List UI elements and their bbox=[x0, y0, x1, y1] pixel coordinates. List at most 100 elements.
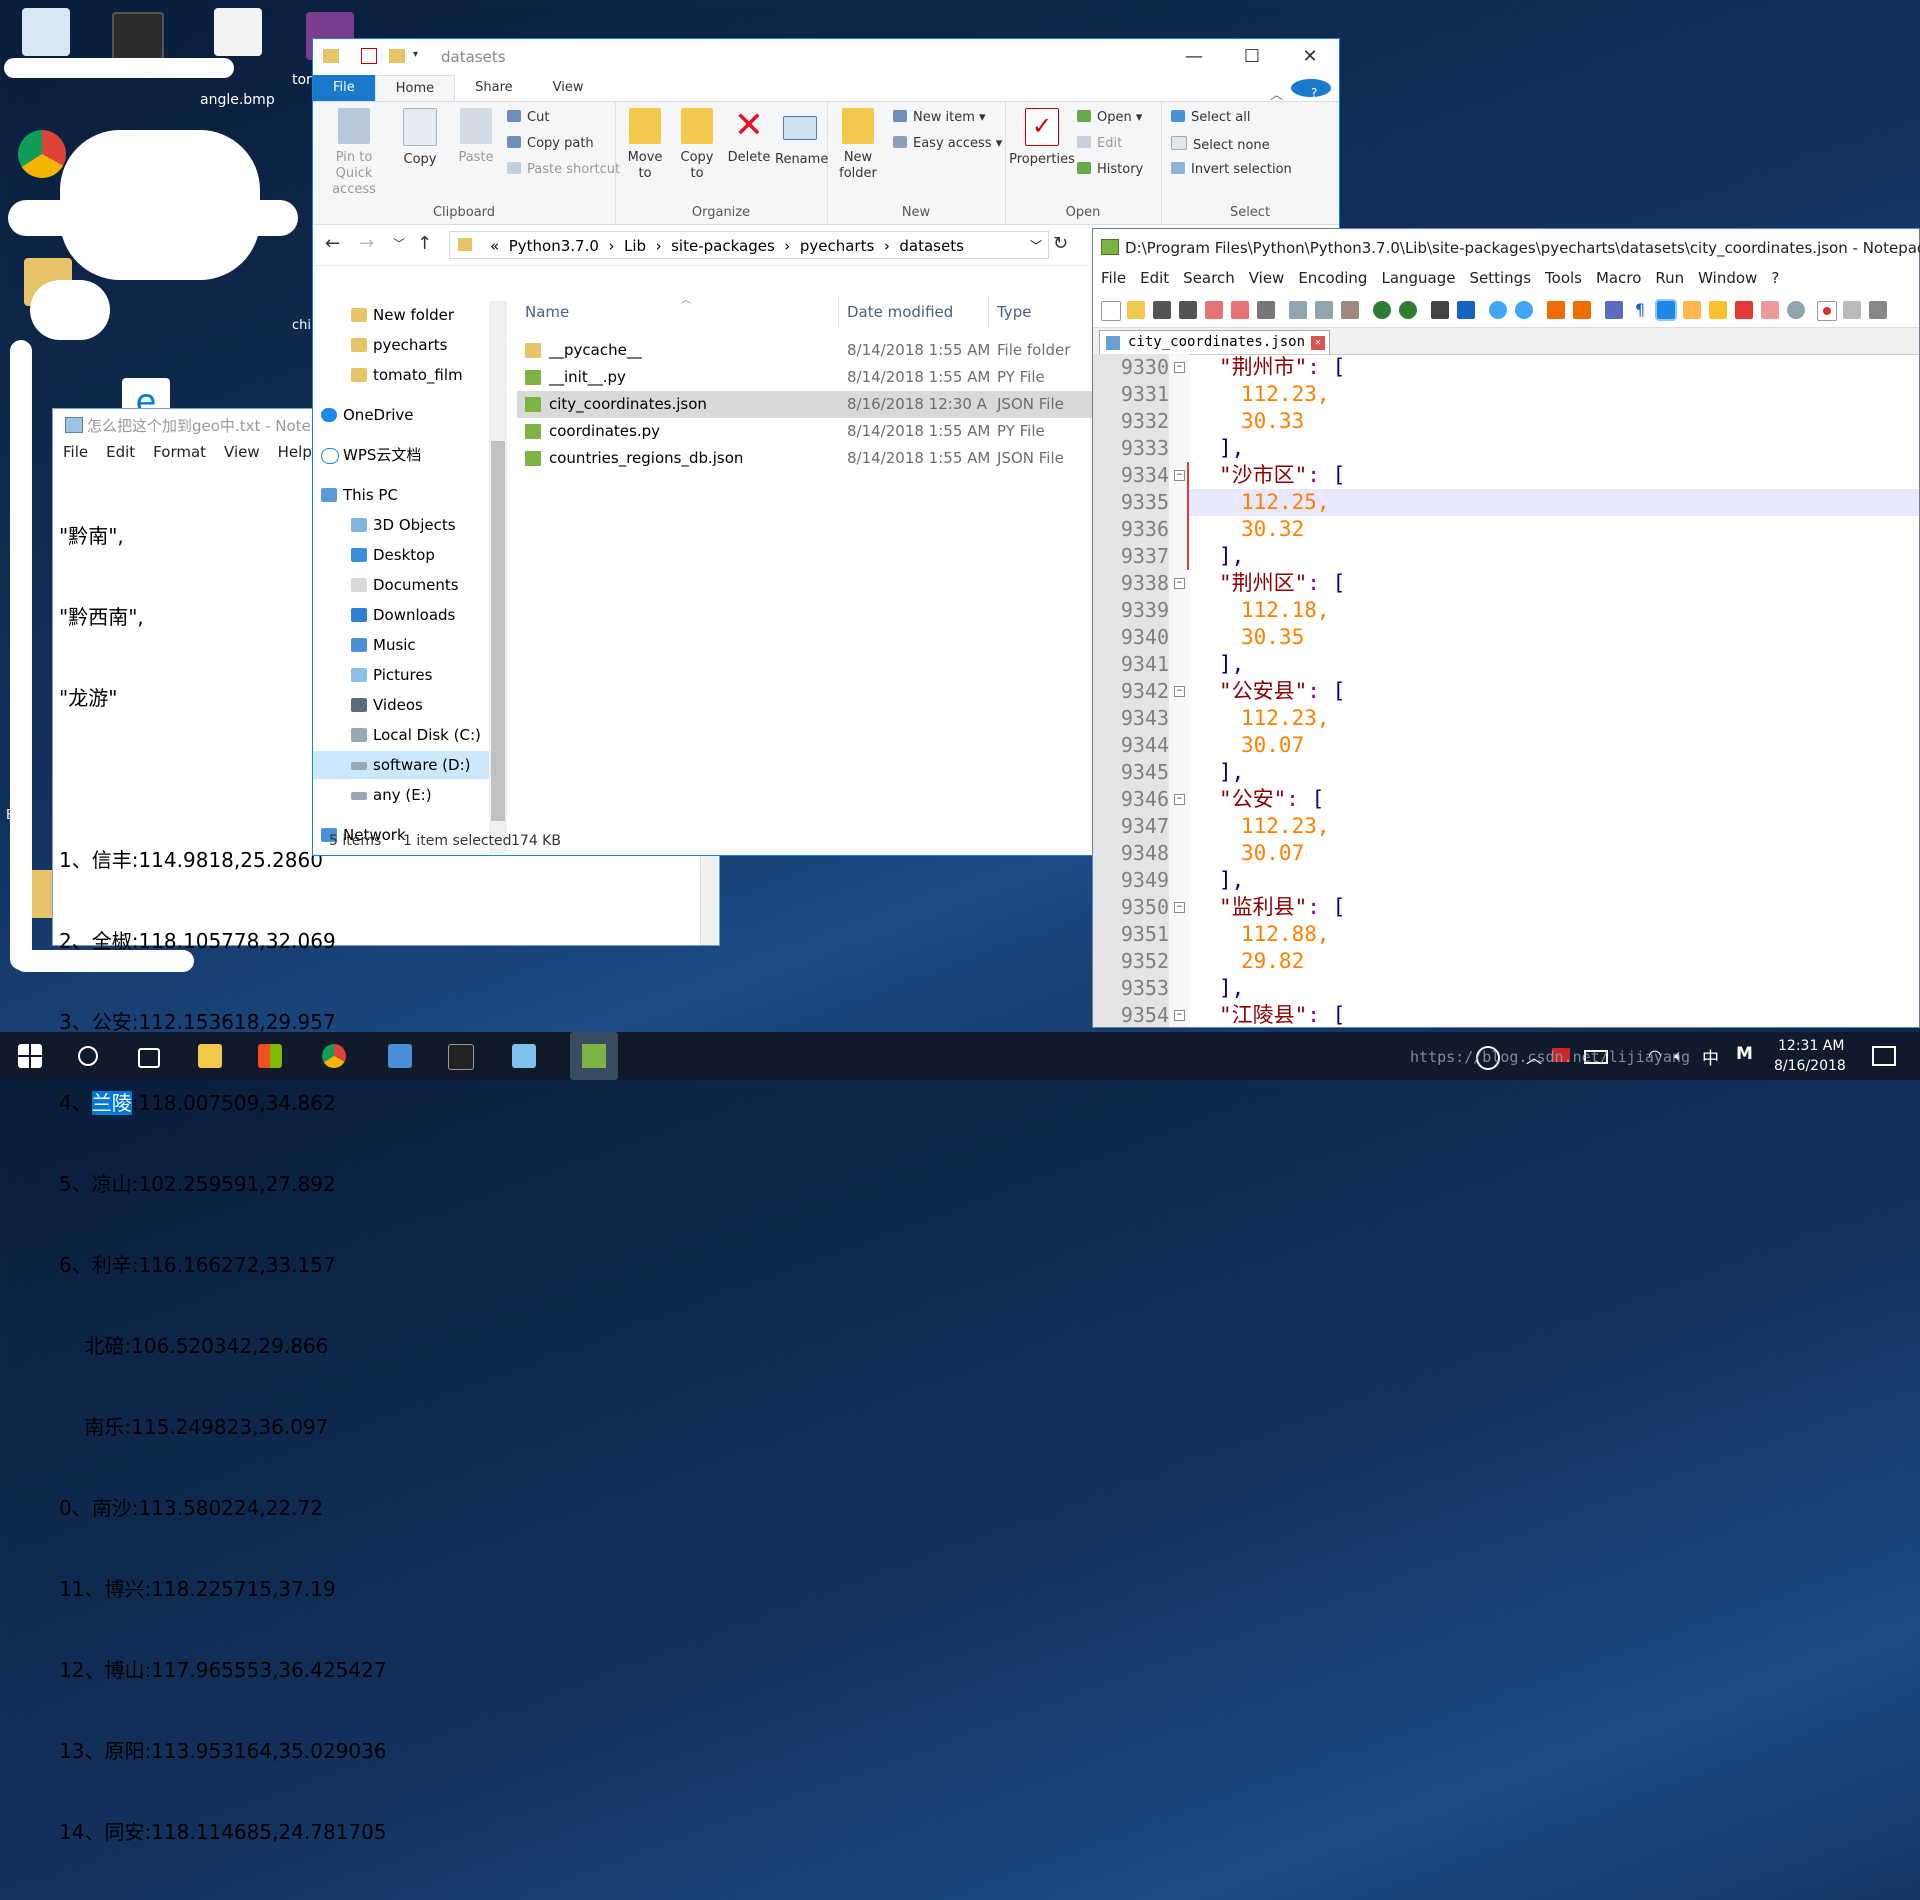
ime-mode-icon[interactable]: M bbox=[1736, 1044, 1753, 1064]
chrome-icon[interactable] bbox=[322, 1044, 346, 1068]
npp-menu-help[interactable]: ? bbox=[1771, 269, 1779, 293]
cut-button[interactable]: Cut bbox=[507, 110, 549, 125]
search-icon[interactable] bbox=[78, 1046, 98, 1066]
npp-menu-view[interactable]: View bbox=[1249, 269, 1285, 293]
open-file-icon[interactable] bbox=[1127, 301, 1145, 319]
code-line[interactable]: 9340 30.35 bbox=[1121, 624, 1919, 651]
code-line[interactable]: 9342− "公安县": [ bbox=[1121, 678, 1919, 705]
npp-menu-macro[interactable]: Macro bbox=[1596, 269, 1641, 293]
fold-toggle-icon[interactable]: − bbox=[1174, 902, 1185, 913]
rename-button[interactable]: Rename bbox=[775, 108, 828, 168]
nav-item-local-disk-c[interactable]: Local Disk (C:) bbox=[313, 721, 493, 749]
edit-button[interactable]: Edit bbox=[1077, 136, 1122, 151]
tab-view[interactable]: View bbox=[533, 75, 604, 101]
code-line[interactable]: 9331 112.23, bbox=[1121, 381, 1919, 408]
new-folder-quick-icon[interactable] bbox=[389, 49, 405, 63]
code-line[interactable]: 9338− "荆州区": [ bbox=[1121, 570, 1919, 597]
close-tab-icon[interactable]: ✕ bbox=[1311, 336, 1326, 350]
python-editor-icon[interactable] bbox=[388, 1044, 412, 1068]
nav-item-downloads[interactable]: Downloads bbox=[313, 601, 493, 629]
file-row[interactable]: countries_regions_db.json 8/14/2018 1:55 … bbox=[517, 445, 1097, 472]
nav-item-pictures[interactable]: Pictures bbox=[313, 661, 493, 689]
notepad-icon[interactable] bbox=[512, 1044, 536, 1068]
sync-vertical-icon[interactable] bbox=[1547, 301, 1565, 319]
fold-toggle-icon[interactable]: − bbox=[1174, 794, 1185, 805]
breadcrumb-overflow[interactable]: « bbox=[490, 237, 499, 255]
refresh-icon[interactable]: ↻ bbox=[1053, 233, 1068, 254]
explorer-titlebar[interactable]: ▾ datasets — ☐ ✕ bbox=[313, 39, 1339, 75]
code-line[interactable]: 9350− "监利县": [ bbox=[1121, 894, 1919, 921]
task-view-icon[interactable] bbox=[138, 1048, 160, 1068]
file-row-selected[interactable]: city_coordinates.json 8/16/2018 12:30 A JS… bbox=[517, 391, 1097, 418]
sync-horizontal-icon[interactable] bbox=[1573, 301, 1591, 319]
code-line[interactable]: 9351 112.88, bbox=[1121, 921, 1919, 948]
npp-menu-settings[interactable]: Settings bbox=[1470, 269, 1532, 293]
npp-menu-encoding[interactable]: Encoding bbox=[1298, 269, 1367, 293]
nav-item-desktop[interactable]: Desktop bbox=[313, 541, 493, 569]
nav-item-music[interactable]: Music bbox=[313, 631, 493, 659]
tab-share[interactable]: Share bbox=[455, 75, 533, 101]
undo-icon[interactable] bbox=[1373, 301, 1391, 319]
navigation-scrollbar[interactable] bbox=[489, 301, 507, 853]
nav-item-pyecharts[interactable]: pyecharts bbox=[313, 331, 493, 359]
nav-item-3d-objects[interactable]: 3D Objects bbox=[313, 511, 493, 539]
file-row[interactable]: __pycache__ 8/14/2018 1:55 AM File folder bbox=[517, 337, 1097, 364]
paste-icon[interactable] bbox=[1341, 301, 1359, 319]
column-header-date[interactable]: Date modified bbox=[839, 297, 989, 327]
nav-item-wps-cloud[interactable]: WPS云文档 bbox=[313, 441, 493, 469]
monitoring-icon[interactable] bbox=[1787, 301, 1805, 319]
paste-shortcut-button[interactable]: Paste shortcut bbox=[507, 162, 620, 177]
notepadpp-window[interactable]: D:\Program Files\Python\Python3.7.0\Lib\… bbox=[1092, 228, 1920, 1028]
notepad-menu-edit[interactable]: Edit bbox=[106, 443, 135, 465]
fold-toggle-icon[interactable]: − bbox=[1174, 470, 1185, 481]
start-icon[interactable] bbox=[18, 1044, 42, 1068]
save-icon[interactable] bbox=[1153, 301, 1171, 319]
paste-button[interactable]: Paste bbox=[451, 108, 501, 166]
code-line[interactable]: 9334− "沙市区": [ bbox=[1121, 462, 1919, 489]
column-header-type[interactable]: Type bbox=[989, 297, 1099, 327]
code-line[interactable]: 9336 30.32 bbox=[1121, 516, 1919, 543]
scrollbar-thumb[interactable] bbox=[491, 441, 505, 821]
back-arrow-icon[interactable]: ← bbox=[325, 233, 340, 254]
fold-toggle-icon[interactable]: − bbox=[1174, 362, 1185, 373]
npp-menu-search[interactable]: Search bbox=[1183, 269, 1235, 293]
npp-menu-tools[interactable]: Tools bbox=[1545, 269, 1582, 293]
recent-locations-icon[interactable]: ﹀ bbox=[393, 235, 405, 252]
npp-menu-run[interactable]: Run bbox=[1655, 269, 1684, 293]
nav-item-videos[interactable]: Videos bbox=[313, 691, 493, 719]
nav-item-onedrive[interactable]: OneDrive bbox=[313, 401, 493, 429]
tab-file[interactable]: File bbox=[313, 75, 375, 101]
terminal-shortcut-icon[interactable] bbox=[112, 12, 164, 64]
folder-workspace-icon[interactable] bbox=[1761, 301, 1779, 319]
code-line[interactable]: 9337], bbox=[1121, 543, 1919, 570]
notepad-menu-format[interactable]: Format bbox=[153, 443, 206, 465]
notepad-menu-help[interactable]: Help bbox=[278, 443, 312, 465]
notification-icon[interactable] bbox=[1872, 1046, 1896, 1066]
find-icon[interactable] bbox=[1431, 301, 1449, 319]
help-icon[interactable]: ? bbox=[1291, 79, 1331, 100]
print-icon[interactable] bbox=[1257, 301, 1275, 319]
breadcrumb-python[interactable]: Python3.7.0 bbox=[509, 237, 599, 255]
input-method-icon[interactable]: 中 bbox=[1702, 1044, 1719, 1069]
nav-item-tomato-film[interactable]: tomato_film bbox=[313, 361, 493, 389]
code-line[interactable]: 9344 30.07 bbox=[1121, 732, 1919, 759]
code-line[interactable]: 9349], bbox=[1121, 867, 1919, 894]
npp-menu-language[interactable]: Language bbox=[1381, 269, 1455, 293]
function-list-icon[interactable] bbox=[1735, 301, 1753, 319]
easy-access-button[interactable]: Easy access ▾ bbox=[893, 136, 1002, 151]
up-arrow-icon[interactable]: ↑ bbox=[417, 233, 432, 254]
copy-button[interactable]: Copy bbox=[395, 108, 445, 168]
copy-icon[interactable] bbox=[1315, 301, 1333, 319]
notepadpp-titlebar[interactable]: D:\Program Files\Python\Python3.7.0\Lib\… bbox=[1093, 229, 1920, 265]
close-file-icon[interactable] bbox=[1205, 301, 1223, 319]
close-button[interactable]: ✕ bbox=[1281, 43, 1339, 71]
save-all-icon[interactable] bbox=[1179, 301, 1197, 319]
select-none-button[interactable]: Select none bbox=[1171, 136, 1270, 153]
nav-item-new-folder[interactable]: New folder bbox=[313, 301, 493, 329]
minimize-button[interactable]: — bbox=[1165, 43, 1223, 71]
code-editor[interactable]: 9330− "荆州市": [9331 112.23, 9332 30.33 9333], 9… bbox=[1121, 354, 1919, 1027]
selected-text[interactable]: 兰陵 bbox=[91, 1091, 132, 1115]
code-line[interactable]: 9345], bbox=[1121, 759, 1919, 786]
customize-quick-access-icon[interactable]: ▾ bbox=[413, 49, 418, 60]
nav-item-software-d[interactable]: software (D:) bbox=[313, 751, 493, 779]
